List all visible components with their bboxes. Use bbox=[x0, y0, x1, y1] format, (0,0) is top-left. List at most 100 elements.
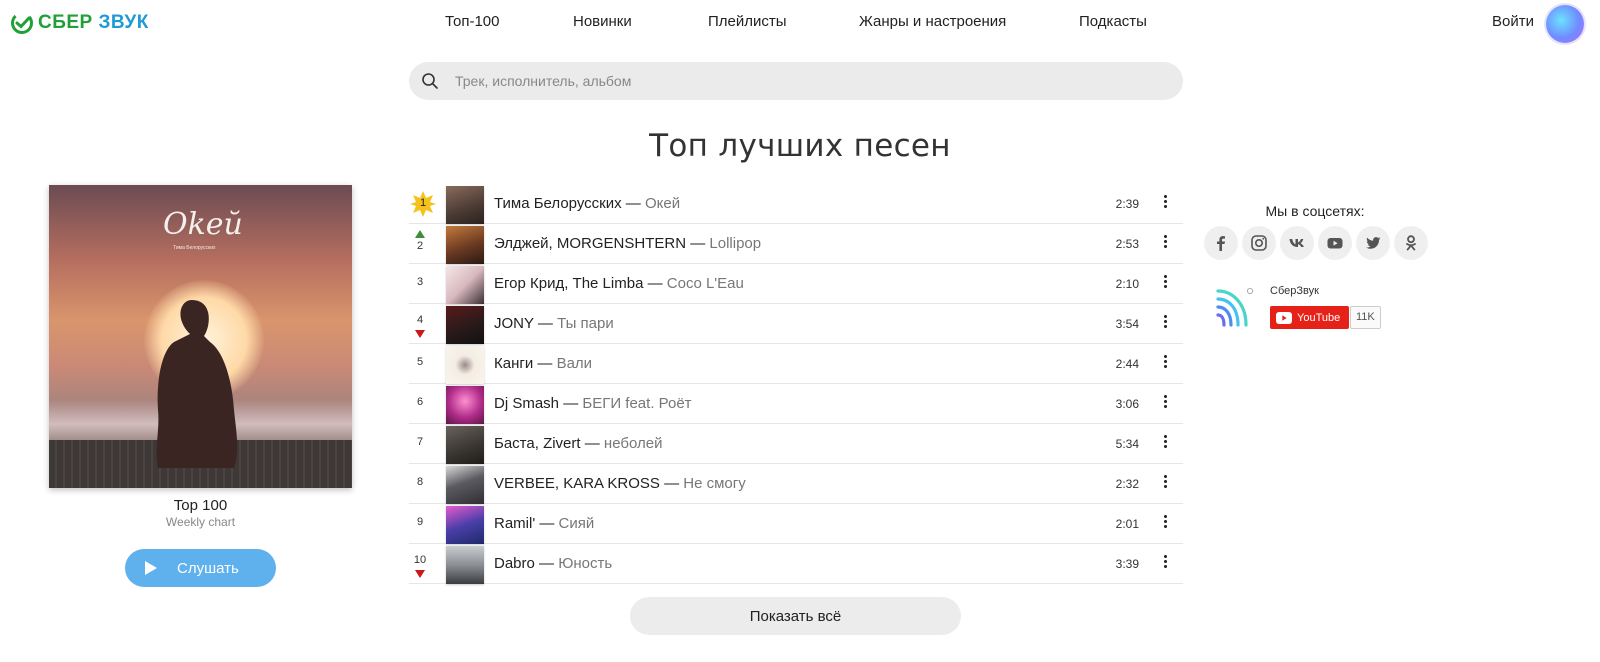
track-duration: 3:54 bbox=[1115, 317, 1139, 331]
track-cover[interactable] bbox=[446, 506, 484, 544]
track-cover[interactable] bbox=[446, 186, 484, 224]
track-cover[interactable] bbox=[446, 546, 484, 584]
channel-name[interactable]: СберЗвук bbox=[1270, 285, 1319, 297]
more-options-icon[interactable] bbox=[1163, 395, 1167, 411]
track-name[interactable]: VERBEE, KARA KROSS — Не смогу bbox=[494, 475, 746, 492]
nav-item-genres[interactable]: Жанры и настроения bbox=[859, 13, 1006, 30]
track-name[interactable]: Тима Белорусских — Окей bbox=[494, 195, 680, 212]
track-cover[interactable] bbox=[446, 466, 484, 504]
track-artist[interactable]: Элджей, MORGENSHTERN bbox=[494, 235, 686, 252]
album-cover[interactable]: Okeŭ Тима Белорусских bbox=[49, 185, 352, 488]
track-cover[interactable] bbox=[446, 426, 484, 464]
nav-item-top100[interactable]: Топ-100 bbox=[445, 13, 499, 30]
track-separator: — bbox=[643, 275, 667, 292]
track-artist[interactable]: Dj Smash bbox=[494, 395, 559, 412]
track-row[interactable]: 10 Dabro — Юность 3:39 bbox=[409, 544, 1183, 584]
track-number: 10 bbox=[413, 554, 427, 566]
track-artist[interactable]: VERBEE, KARA KROSS bbox=[494, 475, 660, 492]
more-options-icon[interactable] bbox=[1163, 515, 1167, 531]
track-separator: — bbox=[659, 475, 684, 492]
track-duration: 5:34 bbox=[1115, 437, 1139, 451]
more-options-icon[interactable] bbox=[1163, 435, 1167, 451]
track-row[interactable]: 5 Канги — Вали 2:44 bbox=[409, 344, 1183, 384]
track-cover[interactable] bbox=[446, 346, 484, 384]
show-all-button[interactable]: Показать всё bbox=[630, 597, 961, 635]
vk-icon[interactable] bbox=[1280, 226, 1314, 260]
more-options-icon[interactable] bbox=[1163, 195, 1167, 211]
track-list: 1 Тима Белорусских — Окей 2:39 2 Элджей,… bbox=[409, 184, 1183, 584]
track-artist[interactable]: Ramil' bbox=[494, 515, 535, 532]
more-options-icon[interactable] bbox=[1163, 235, 1167, 251]
track-artist[interactable]: Егор Крид, The Limba bbox=[494, 275, 643, 292]
track-cover[interactable] bbox=[446, 226, 484, 264]
track-name[interactable]: Элджей, MORGENSHTERN — Lollipop bbox=[494, 235, 761, 252]
more-options-icon[interactable] bbox=[1163, 315, 1167, 331]
track-row[interactable]: 7 Баста, Zivert — неболей 5:34 bbox=[409, 424, 1183, 464]
track-artist[interactable]: Тима Белорусских bbox=[494, 195, 622, 212]
track-name[interactable]: Егор Крид, The Limba — Coco L'Eau bbox=[494, 275, 744, 292]
track-number: 4 bbox=[416, 314, 424, 326]
track-artist[interactable]: Dabro bbox=[494, 555, 535, 572]
track-number: 2 bbox=[416, 240, 424, 252]
track-title[interactable]: Coco L'Eau bbox=[667, 275, 744, 292]
track-title[interactable]: Окей bbox=[645, 195, 680, 212]
track-title[interactable]: Ты пари bbox=[557, 315, 614, 332]
search-bar[interactable] bbox=[409, 62, 1183, 100]
track-name[interactable]: Dj Smash — БЕГИ feat. Роёт bbox=[494, 395, 692, 412]
album-title: Top 100 bbox=[173, 497, 228, 514]
nav-item-playlists[interactable]: Плейлисты bbox=[708, 13, 787, 30]
nav-item-new[interactable]: Новинки bbox=[573, 13, 632, 30]
youtube-icon[interactable] bbox=[1318, 226, 1352, 260]
track-duration: 3:39 bbox=[1115, 557, 1139, 571]
track-duration: 2:44 bbox=[1115, 357, 1139, 371]
track-number: 8 bbox=[416, 476, 424, 488]
track-name[interactable]: Dabro — Юность bbox=[494, 555, 612, 572]
login-link[interactable]: Войти bbox=[1492, 13, 1534, 30]
youtube-subscribe-button[interactable]: YouTube bbox=[1270, 306, 1349, 329]
track-cover[interactable] bbox=[446, 266, 484, 304]
search-input[interactable] bbox=[455, 73, 1155, 89]
track-row[interactable]: 6 Dj Smash — БЕГИ feat. Роёт 3:06 bbox=[409, 384, 1183, 424]
track-name[interactable]: Баста, Zivert — неболей bbox=[494, 435, 662, 452]
track-title[interactable]: БЕГИ feat. Роёт bbox=[582, 395, 691, 412]
listen-label: Слушать bbox=[177, 559, 239, 577]
facebook-icon[interactable] bbox=[1204, 226, 1238, 260]
more-options-icon[interactable] bbox=[1163, 475, 1167, 491]
instagram-icon[interactable] bbox=[1242, 226, 1276, 260]
more-options-icon[interactable] bbox=[1163, 275, 1167, 291]
main-nav: Топ-100 Новинки Плейлисты Жанры и настро… bbox=[0, 13, 1600, 33]
odnoklassniki-icon[interactable] bbox=[1394, 226, 1428, 260]
track-row[interactable]: 9 Ramil' — Сияй 2:01 bbox=[409, 504, 1183, 544]
track-artist[interactable]: JONY bbox=[494, 315, 534, 332]
track-title[interactable]: неболей bbox=[604, 435, 663, 452]
trend-up-icon bbox=[415, 230, 425, 238]
track-separator: — bbox=[533, 315, 558, 332]
track-row[interactable]: 4 JONY — Ты пари 3:54 bbox=[409, 304, 1183, 344]
track-name[interactable]: Канги — Вали bbox=[494, 355, 592, 372]
track-row[interactable]: 3 Егор Крид, The Limba — Coco L'Eau 2:10 bbox=[409, 264, 1183, 304]
track-title[interactable]: Lollipop bbox=[709, 235, 761, 252]
listen-button[interactable]: Слушать bbox=[125, 549, 276, 587]
track-artist[interactable]: Канги bbox=[494, 355, 533, 372]
track-row[interactable]: 8 VERBEE, KARA KROSS — Не смогу 2:32 bbox=[409, 464, 1183, 504]
track-cover[interactable] bbox=[446, 306, 484, 344]
track-artist[interactable]: Баста, Zivert bbox=[494, 435, 581, 452]
track-number: 5 bbox=[416, 356, 424, 368]
nav-item-podcasts[interactable]: Подкасты bbox=[1079, 13, 1147, 30]
track-title[interactable]: Вали bbox=[557, 355, 592, 372]
track-row[interactable]: 2 Элджей, MORGENSHTERN — Lollipop 2:53 bbox=[409, 224, 1183, 264]
track-number: 9 bbox=[416, 516, 424, 528]
track-number: 3 bbox=[416, 276, 424, 288]
more-options-icon[interactable] bbox=[1163, 555, 1167, 571]
track-duration: 2:01 bbox=[1115, 517, 1139, 531]
avatar[interactable] bbox=[1546, 5, 1584, 43]
more-options-icon[interactable] bbox=[1163, 355, 1167, 371]
track-title[interactable]: Не смогу bbox=[683, 475, 745, 492]
track-row[interactable]: 1 Тима Белорусских — Окей 2:39 bbox=[409, 184, 1183, 224]
track-title[interactable]: Юность bbox=[558, 555, 612, 572]
track-name[interactable]: Ramil' — Сияй bbox=[494, 515, 594, 532]
track-cover[interactable] bbox=[446, 386, 484, 424]
track-name[interactable]: JONY — Ты пари bbox=[494, 315, 614, 332]
twitter-icon[interactable] bbox=[1356, 226, 1390, 260]
track-title[interactable]: Сияй bbox=[559, 515, 595, 532]
